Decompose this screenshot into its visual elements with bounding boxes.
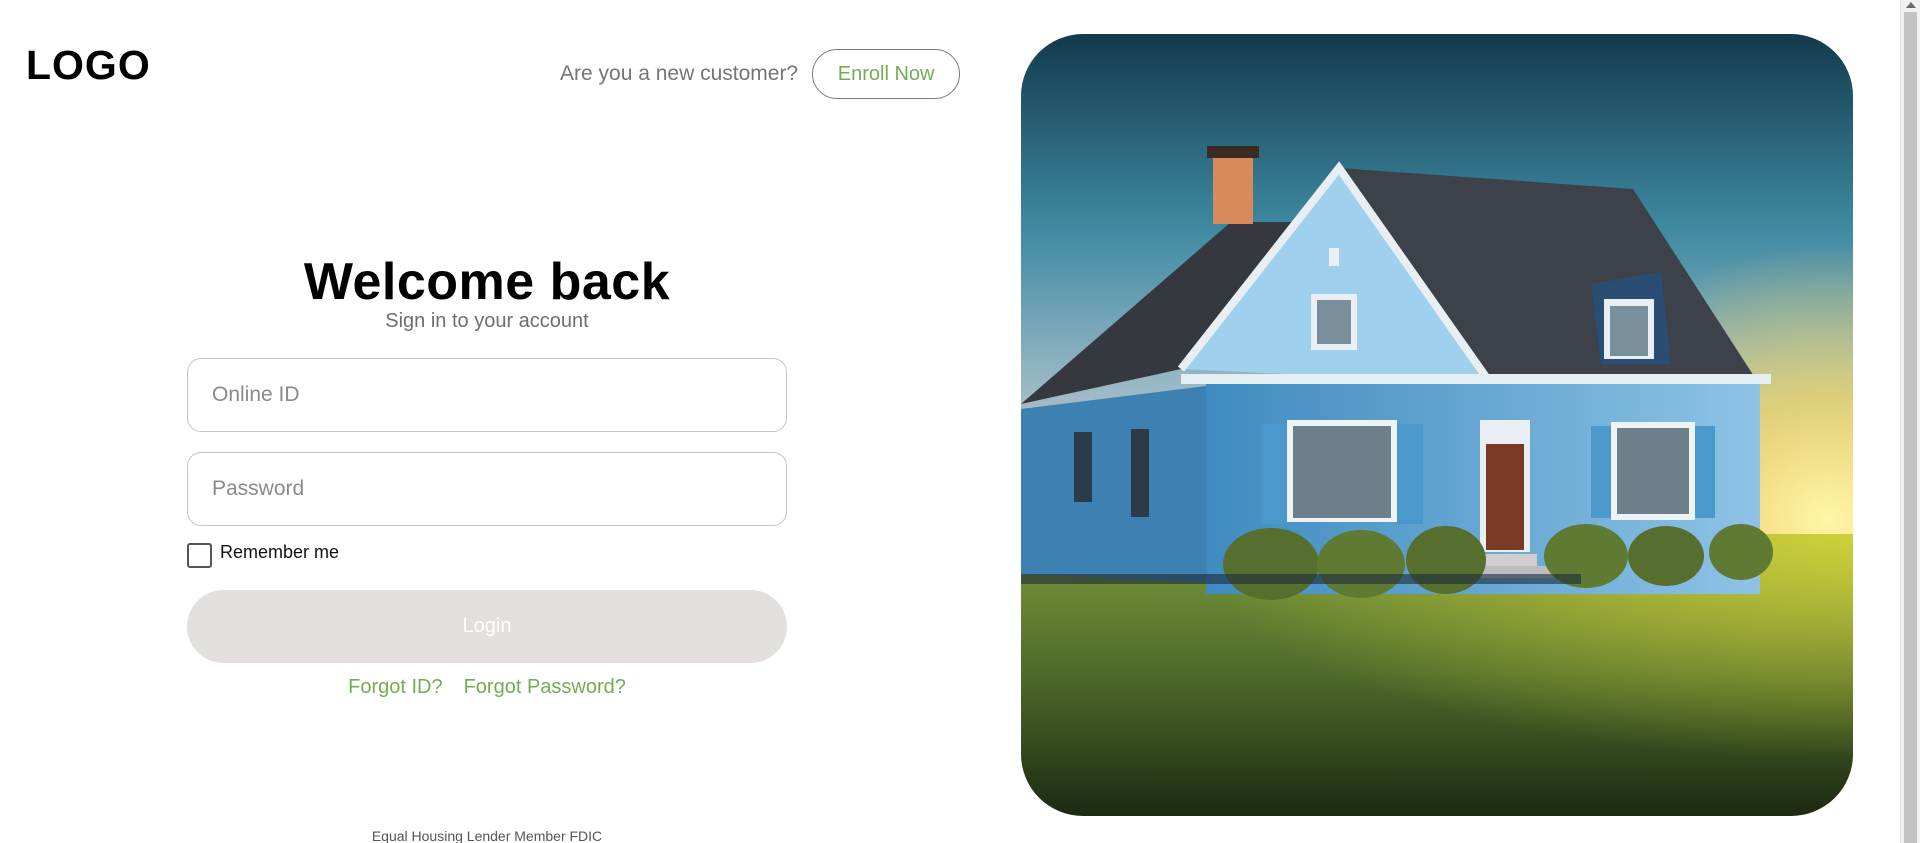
password-input[interactable] xyxy=(187,452,787,526)
login-form: Welcome back Sign in to your account Rem… xyxy=(187,252,787,699)
enroll-row: Are you a new customer? Enroll Now xyxy=(560,49,961,99)
scroll-up-arrow-icon[interactable] xyxy=(1906,2,1916,8)
logo[interactable]: LOGO xyxy=(26,42,151,89)
login-button[interactable]: Login xyxy=(187,590,787,663)
house-illustration-icon xyxy=(1021,34,1853,816)
remember-me-checkbox[interactable] xyxy=(187,543,212,568)
forgot-id-link[interactable]: Forgot ID? xyxy=(348,676,442,699)
forgot-password-link[interactable]: Forgot Password? xyxy=(464,676,626,699)
enroll-prompt: Are you a new customer? xyxy=(560,62,799,85)
page-scrollbar[interactable] xyxy=(1900,0,1920,843)
login-page: LOGO Are you a new customer? Enroll Now … xyxy=(0,0,1920,843)
footer-note: Equal Housing Lender Member FDIC xyxy=(371,828,603,843)
page-subtitle: Sign in to your account xyxy=(385,310,589,332)
page-title: Welcome back xyxy=(303,253,671,311)
hero-image xyxy=(1021,34,1853,816)
forgot-links: Forgot ID? Forgot Password? xyxy=(187,676,787,699)
scroll-thumb[interactable] xyxy=(1904,12,1917,843)
remember-me-row: Remember me xyxy=(187,542,787,568)
remember-me-label[interactable]: Remember me xyxy=(220,542,339,563)
online-id-input[interactable] xyxy=(187,358,787,432)
enroll-now-button[interactable]: Enroll Now xyxy=(812,49,961,99)
